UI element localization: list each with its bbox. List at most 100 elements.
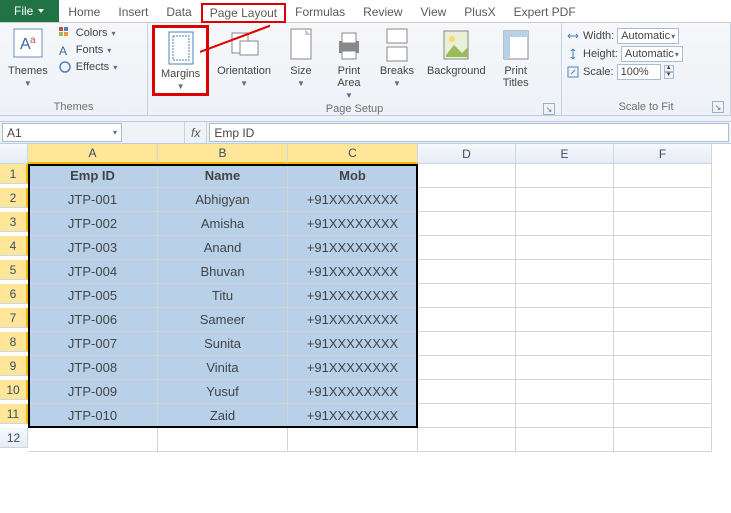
tab-home[interactable]: Home xyxy=(59,2,109,22)
cell[interactable]: JTP-009 xyxy=(28,380,158,404)
row-header[interactable]: 3 xyxy=(0,212,28,232)
print-titles-button[interactable]: Print Titles xyxy=(494,25,538,91)
cell[interactable] xyxy=(418,356,516,380)
cell[interactable]: JTP-003 xyxy=(28,236,158,260)
cell[interactable]: +91XXXXXXXX xyxy=(288,284,418,308)
cell[interactable]: Bhuvan xyxy=(158,260,288,284)
cell[interactable] xyxy=(288,428,418,452)
cell[interactable] xyxy=(418,404,516,428)
cell[interactable]: +91XXXXXXXX xyxy=(288,308,418,332)
cell[interactable]: JTP-004 xyxy=(28,260,158,284)
cell[interactable] xyxy=(516,164,614,188)
colors-button[interactable]: Colors▾ xyxy=(56,25,119,41)
cell[interactable] xyxy=(614,284,712,308)
row-header[interactable]: 8 xyxy=(0,332,28,352)
formula-input[interactable]: Emp ID xyxy=(209,123,729,142)
cell[interactable] xyxy=(516,404,614,428)
tab-review[interactable]: Review xyxy=(354,2,411,22)
cell[interactable]: +91XXXXXXXX xyxy=(288,332,418,356)
margins-button[interactable]: Margins ▼ xyxy=(152,25,209,96)
cell[interactable] xyxy=(516,428,614,452)
scale-spinner[interactable]: ▲▼ xyxy=(664,65,674,79)
background-button[interactable]: Background xyxy=(423,25,490,79)
row-header[interactable]: 6 xyxy=(0,284,28,304)
cell[interactable]: Vinita xyxy=(158,356,288,380)
cell[interactable] xyxy=(614,380,712,404)
cell[interactable] xyxy=(614,404,712,428)
row-header[interactable]: 2 xyxy=(0,188,28,208)
spreadsheet-grid[interactable]: ABCDEF1Emp IDNameMob2JTP-001Abhigyan+91X… xyxy=(0,144,731,452)
cell[interactable]: JTP-005 xyxy=(28,284,158,308)
tab-view[interactable]: View xyxy=(412,2,456,22)
cell[interactable]: +91XXXXXXXX xyxy=(288,236,418,260)
cell[interactable]: +91XXXXXXXX xyxy=(288,404,418,428)
scale-field[interactable]: 100% xyxy=(617,64,661,80)
select-all-corner[interactable] xyxy=(0,144,28,164)
cell[interactable]: Zaid xyxy=(158,404,288,428)
cell[interactable]: JTP-010 xyxy=(28,404,158,428)
dialog-launcher-icon[interactable]: ↘ xyxy=(712,101,724,113)
row-header[interactable]: 11 xyxy=(0,404,28,424)
tab-file[interactable]: File xyxy=(0,0,59,22)
cell[interactable]: Titu xyxy=(158,284,288,308)
dialog-launcher-icon[interactable]: ↘ xyxy=(543,103,555,115)
cell[interactable] xyxy=(418,164,516,188)
name-box[interactable]: A1▾ xyxy=(2,123,122,142)
cell[interactable] xyxy=(516,212,614,236)
cell[interactable]: Abhigyan xyxy=(158,188,288,212)
cell[interactable] xyxy=(614,212,712,236)
cell[interactable] xyxy=(418,260,516,284)
cell[interactable] xyxy=(516,356,614,380)
cell[interactable] xyxy=(418,380,516,404)
cell[interactable]: JTP-002 xyxy=(28,212,158,236)
cell[interactable]: +91XXXXXXXX xyxy=(288,212,418,236)
cell[interactable] xyxy=(418,284,516,308)
cell[interactable]: +91XXXXXXXX xyxy=(288,188,418,212)
height-field[interactable]: Automatic▾ xyxy=(621,46,683,62)
cell[interactable] xyxy=(516,308,614,332)
col-header[interactable]: D xyxy=(418,144,516,164)
cell[interactable] xyxy=(614,428,712,452)
row-header[interactable]: 7 xyxy=(0,308,28,328)
cell[interactable] xyxy=(418,308,516,332)
tab-formulas[interactable]: Formulas xyxy=(286,2,354,22)
themes-button[interactable]: Aa Themes ▼ xyxy=(4,25,52,90)
orientation-button[interactable]: Orientation ▼ xyxy=(213,25,275,90)
tab-plusx[interactable]: PlusX xyxy=(455,2,504,22)
cell[interactable]: JTP-007 xyxy=(28,332,158,356)
cell[interactable]: Anand xyxy=(158,236,288,260)
row-header[interactable]: 10 xyxy=(0,380,28,400)
effects-button[interactable]: Effects▾ xyxy=(56,59,119,75)
col-header[interactable]: E xyxy=(516,144,614,164)
cell[interactable]: +91XXXXXXXX xyxy=(288,260,418,284)
row-header[interactable]: 5 xyxy=(0,260,28,280)
col-header[interactable]: C xyxy=(288,144,418,164)
col-header[interactable]: B xyxy=(158,144,288,164)
cell[interactable] xyxy=(614,332,712,356)
col-header[interactable]: F xyxy=(614,144,712,164)
cell[interactable] xyxy=(614,356,712,380)
cell[interactable]: +91XXXXXXXX xyxy=(288,380,418,404)
cell[interactable] xyxy=(158,428,288,452)
cell[interactable]: +91XXXXXXXX xyxy=(288,356,418,380)
cell[interactable]: Name xyxy=(158,164,288,188)
cell[interactable]: Sameer xyxy=(158,308,288,332)
col-header[interactable]: A xyxy=(28,144,158,164)
row-header[interactable]: 9 xyxy=(0,356,28,376)
cell[interactable]: JTP-008 xyxy=(28,356,158,380)
cell[interactable] xyxy=(614,260,712,284)
cell[interactable]: Mob xyxy=(288,164,418,188)
cell[interactable] xyxy=(516,380,614,404)
row-header[interactable]: 4 xyxy=(0,236,28,256)
row-header[interactable]: 1 xyxy=(0,164,28,184)
cell[interactable] xyxy=(28,428,158,452)
print-area-button[interactable]: Print Area ▼ xyxy=(327,25,371,102)
width-field[interactable]: Automatic▾ xyxy=(617,28,679,44)
cell[interactable]: JTP-006 xyxy=(28,308,158,332)
cell[interactable] xyxy=(418,332,516,356)
cell[interactable]: Yusuf xyxy=(158,380,288,404)
cell[interactable]: Sunita xyxy=(158,332,288,356)
tab-expert-pdf[interactable]: Expert PDF xyxy=(505,2,585,22)
cell[interactable] xyxy=(516,188,614,212)
cell[interactable] xyxy=(516,284,614,308)
